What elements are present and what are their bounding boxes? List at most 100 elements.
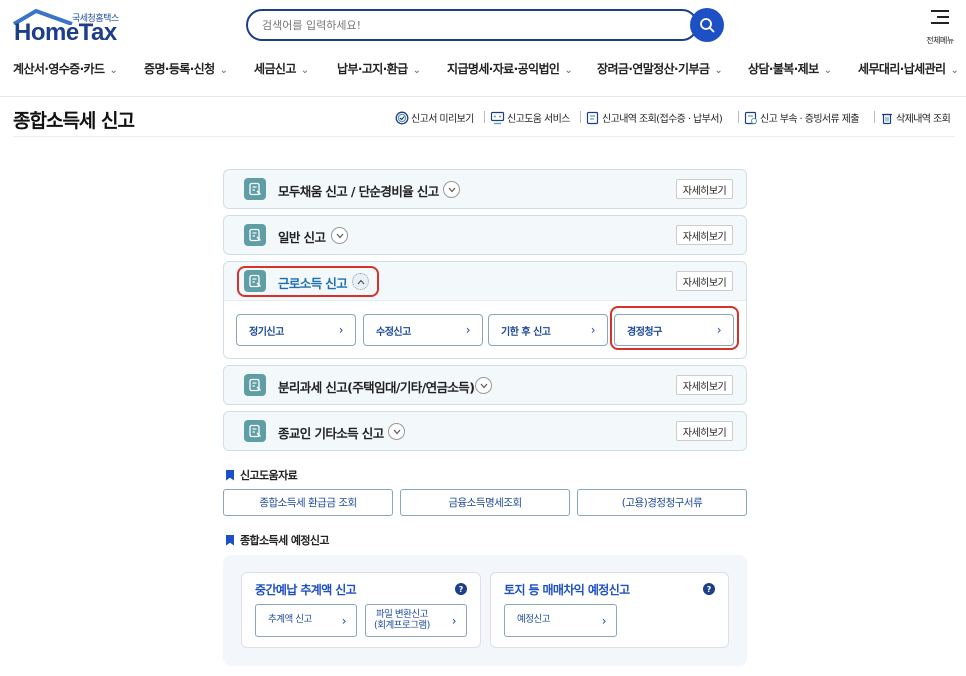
chevron-right-icon: › xyxy=(338,323,344,337)
button-label: 기한 후 신고 xyxy=(501,326,551,338)
button-label: 추계액 신고 xyxy=(268,614,312,626)
gnb-item-tax-agent[interactable]: 세무대리·납세관리 ⌄ xyxy=(858,60,959,77)
search-icon xyxy=(700,18,715,33)
logo-title: HomeTax xyxy=(14,19,117,46)
document-edit-icon xyxy=(244,420,266,442)
amended-filing-button[interactable]: 수정신고 › xyxy=(363,314,483,346)
monitor-icon xyxy=(490,111,505,124)
search-input[interactable] xyxy=(248,11,696,39)
chevron-right-icon: › xyxy=(451,613,457,628)
employment-refund-documents-button[interactable]: (고용)경정청구서류 xyxy=(577,489,747,516)
gnb-item-payment-statement[interactable]: 지급명세·자료·공익법인 ⌄ xyxy=(447,60,573,77)
financial-income-inquiry-button[interactable]: 금융소득명세조회 xyxy=(400,489,570,516)
accordion-header[interactable]: 모두채움 신고 / 단순경비율 신고 자세히보기 xyxy=(224,170,746,208)
accordion-title: 일반 신고 xyxy=(278,230,326,245)
quick-link-label: 삭제내역 조회 xyxy=(896,114,951,125)
gnb-item-payment[interactable]: 납부·고지·환급 ⌄ xyxy=(337,60,421,77)
gnb-item-certificate[interactable]: 증명·등록·신청 ⌄ xyxy=(144,60,228,77)
document-upload-icon xyxy=(744,111,758,124)
chevron-down-icon xyxy=(393,429,400,434)
question-icon[interactable]: ? xyxy=(455,583,467,595)
quick-link-help-service[interactable]: 신고도움 서비스 xyxy=(490,110,570,125)
expand-toggle[interactable] xyxy=(388,423,405,440)
detail-button[interactable]: 자세히보기 xyxy=(676,375,733,395)
gnb-label: 세금신고 xyxy=(254,62,296,76)
divider xyxy=(580,111,581,123)
highlight-earned-income-title xyxy=(237,266,379,297)
quick-link-submit-documents[interactable]: 신고 부속 · 증빙서류 제출 xyxy=(744,110,860,125)
header-divider xyxy=(0,96,966,97)
search-button[interactable] xyxy=(690,8,724,42)
estimated-amount-filing-button[interactable]: 추계액 신고 › xyxy=(255,604,357,637)
late-filing-button[interactable]: 기한 후 신고 › xyxy=(488,314,608,346)
page-title: 종합소득세 신고 xyxy=(13,110,135,132)
accordion-auto-fill-filing: 모두채움 신고 / 단순경비율 신고 자세히보기 xyxy=(223,169,747,209)
expand-toggle[interactable] xyxy=(331,227,348,244)
button-label: 정기신고 xyxy=(249,326,284,338)
accordion-title: 모두채움 신고 / 단순경비율 신고 xyxy=(278,184,439,199)
question-icon[interactable]: ? xyxy=(703,583,715,595)
accordion-general-filing: 일반 신고 자세히보기 xyxy=(223,215,747,255)
title-divider xyxy=(13,136,955,137)
chevron-down-icon xyxy=(448,187,455,192)
expand-toggle[interactable] xyxy=(475,377,492,394)
detail-button[interactable]: 자세히보기 xyxy=(676,421,733,441)
quick-link-label: 신고내역 조회(접수증 · 납부서) xyxy=(602,114,723,125)
section-title-label: 신고도움자료 xyxy=(240,469,298,482)
accordion-title: 분리과세 신고(주택임대/기타/연금소득) xyxy=(278,380,475,395)
quick-link-filing-history[interactable]: 신고내역 조회(접수증 · 납부서) xyxy=(586,110,723,125)
detail-button[interactable]: 자세히보기 xyxy=(676,225,733,245)
bookmark-icon xyxy=(226,469,234,481)
gnb-item-consulting[interactable]: 상담·불복·제보 ⌄ xyxy=(748,60,832,77)
divider xyxy=(738,111,739,123)
document-edit-icon xyxy=(244,374,266,396)
chevron-down-icon: ⌄ xyxy=(714,65,723,76)
document-icon xyxy=(586,111,599,124)
search-box xyxy=(246,9,698,41)
expand-toggle[interactable] xyxy=(443,181,460,198)
chevron-down-icon: ⌄ xyxy=(109,65,118,76)
refund-inquiry-button[interactable]: 종합소득세 환급금 조회 xyxy=(223,489,393,516)
button-label: 수정신고 xyxy=(376,326,411,338)
gnb-item-tax-filing[interactable]: 세금신고 ⌄ xyxy=(254,60,309,77)
gnb-label: 계산서·영수증·카드 xyxy=(13,62,105,76)
document-edit-icon xyxy=(244,224,266,246)
accordion-religious-income: 종교인 기타소득 신고 자세히보기 xyxy=(223,411,747,451)
accordion-header[interactable]: 일반 신고 자세히보기 xyxy=(224,216,746,254)
chevron-down-icon xyxy=(480,383,487,388)
divider xyxy=(484,111,485,123)
chevron-down-icon xyxy=(336,233,343,238)
gnb-label: 장려금·연말정산·기부금 xyxy=(597,62,710,76)
section-title-preliminary-filing: 종합소득세 예정신고 xyxy=(226,532,330,548)
detail-button[interactable]: 자세히보기 xyxy=(676,271,733,291)
regular-filing-button[interactable]: 정기신고 › xyxy=(236,314,356,346)
detail-button[interactable]: 자세히보기 xyxy=(676,179,733,199)
chevron-down-icon: ⌄ xyxy=(219,65,228,76)
preliminary-filing-button[interactable]: 예정신고 › xyxy=(504,604,617,637)
check-circle-icon xyxy=(395,111,409,124)
accordion-title: 종교인 기타소득 신고 xyxy=(278,426,384,441)
chevron-down-icon: ⌄ xyxy=(412,65,421,76)
quick-link-deleted-history[interactable]: 삭제내역 조회 xyxy=(880,110,951,125)
gnb-label: 증명·등록·신청 xyxy=(144,62,215,76)
chevron-down-icon: ⌄ xyxy=(950,65,959,76)
section-title-label: 종합소득세 예정신고 xyxy=(240,534,330,547)
gnb-item-invoice[interactable]: 계산서·영수증·카드 ⌄ xyxy=(13,60,118,77)
gnb-label: 납부·고지·환급 xyxy=(337,62,408,76)
chevron-down-icon: ⌄ xyxy=(300,65,309,76)
chevron-down-icon: ⌄ xyxy=(564,65,573,76)
accordion-separate-taxation: 분리과세 신고(주택임대/기타/연금소득) 자세히보기 xyxy=(223,365,747,405)
file-conversion-filing-button[interactable]: 파일 변환신고 (회계프로그램) › xyxy=(365,604,467,637)
quick-link-label: 신고도움 서비스 xyxy=(507,114,570,125)
accordion-header[interactable]: 분리과세 신고(주택임대/기타/연금소득) 자세히보기 xyxy=(224,366,746,404)
quick-link-label: 신고 부속 · 증빙서류 제출 xyxy=(760,114,860,125)
hometax-logo[interactable]: 국세청홈택스 HomeTax xyxy=(12,9,122,46)
highlight-refund-claim-button xyxy=(610,306,739,350)
full-menu-button[interactable]: 전체메뉴 xyxy=(920,8,960,45)
section-title-help-materials: 신고도움자료 xyxy=(226,467,298,483)
land-trading-card: 토지 등 매매차익 예정신고 ? 예정신고 › xyxy=(490,572,729,648)
gnb-item-incentive[interactable]: 장려금·연말정산·기부금 ⌄ xyxy=(597,60,723,77)
accordion-header[interactable]: 종교인 기타소득 신고 자세히보기 xyxy=(224,412,746,450)
document-edit-icon xyxy=(244,178,266,200)
quick-link-preview[interactable]: 신고서 미리보기 xyxy=(395,110,474,125)
